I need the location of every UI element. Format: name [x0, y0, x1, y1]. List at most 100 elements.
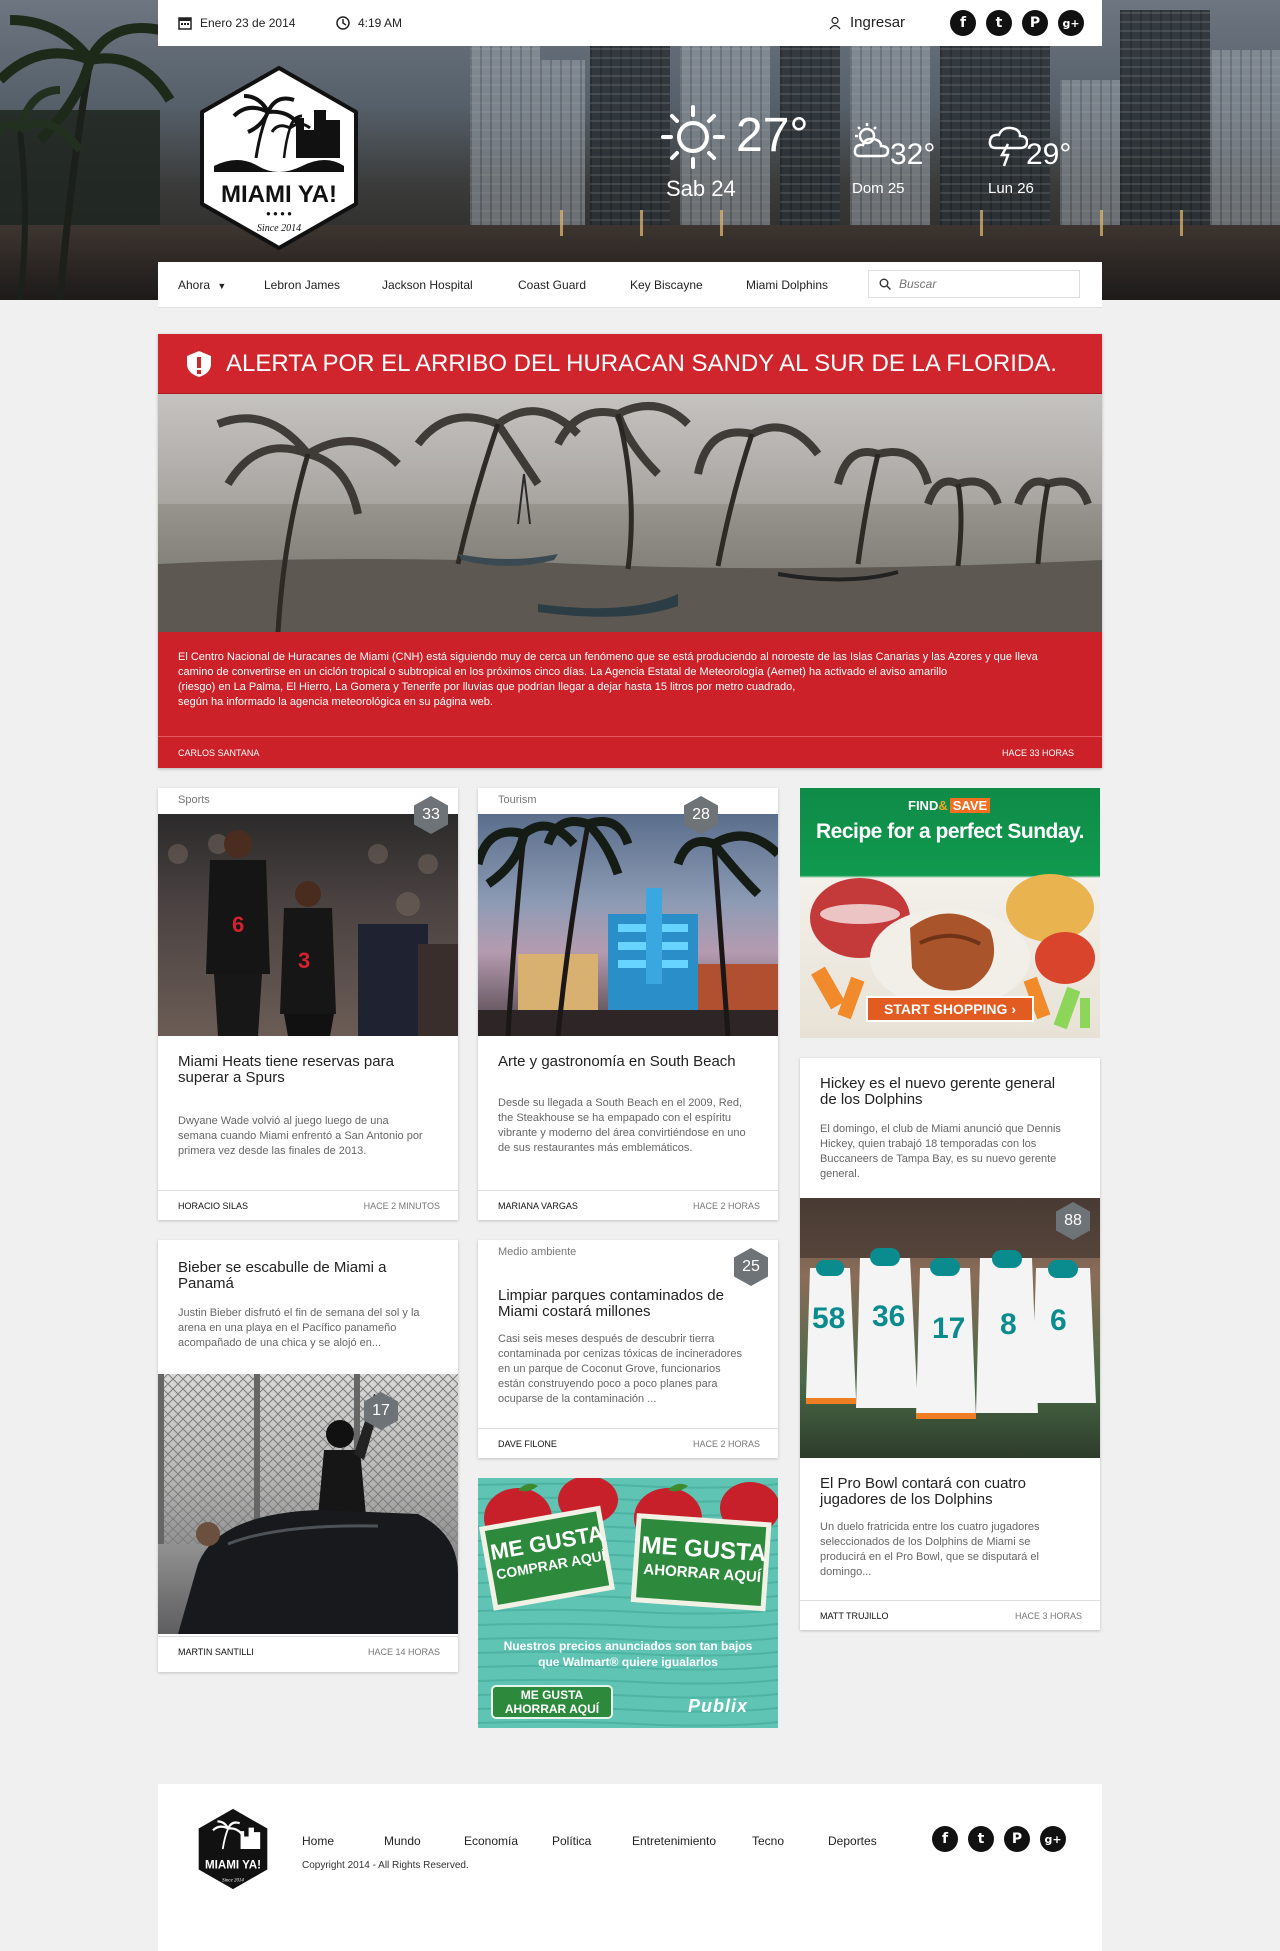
card-footer: MATT TRUJILLO HACE 3 HORAS [800, 1600, 1100, 1630]
forecast-1-temperature: 32° [890, 138, 936, 171]
svg-text:6: 6 [1050, 1304, 1067, 1337]
nav-label: Ahora [178, 278, 211, 292]
card-excerpt: Desde su llegada a South Beach en el 200… [498, 1096, 746, 1156]
article-card-parques[interactable]: Medio ambiente 25 Limpiar parques contam… [478, 1240, 778, 1458]
twitter-icon[interactable]: t [986, 10, 1012, 36]
google-plus-icon[interactable]: g+ [1058, 10, 1084, 36]
card-title[interactable]: Bieber se escabulle de Miami a Panamá [178, 1260, 386, 1292]
article-card-heat[interactable]: Sports 6 3 33 Miami Heats tiene reservas… [158, 788, 458, 1220]
sun-icon [661, 105, 725, 169]
ad-find-and-save[interactable]: FIND& SAVE Recipe for a perfect Sunday. S… [800, 788, 1100, 1038]
svg-text:58: 58 [812, 1302, 845, 1335]
ad-brand-amp: & [938, 798, 948, 813]
nav-item-ahora[interactable]: Ahora ▼ [178, 278, 226, 292]
excerpt-line: Desde su llegada a South Beach en el 200… [498, 1097, 743, 1109]
top-bar: Enero 23 de 2014 4:19 AM Ingresar f t P … [158, 0, 1102, 46]
alert-body-line: según ha informado la agencia meteorológ… [178, 696, 493, 708]
ad-headline: Recipe for a perfect Sunday. [815, 820, 1085, 843]
ad-brand: FIND& SAVE [908, 798, 991, 813]
twitter-icon[interactable]: t [968, 1826, 994, 1852]
footer-link-tecno[interactable]: Tecno [752, 1834, 784, 1848]
footer-link-entretenimiento[interactable]: Entretenimiento [632, 1834, 716, 1848]
nav-item-lebron-james[interactable]: Lebron James [264, 278, 340, 292]
excerpt-line: primera vez desde las finales de 2013. [178, 1145, 367, 1157]
article-card-bieber[interactable]: Bieber se escabulle de Miami a Panamá Ju… [158, 1240, 458, 1672]
alert-body-line: El Centro Nacional de Huracanes de Miami… [178, 651, 1038, 663]
card-footer: MARIANA VARGAS HACE 2 HORAS [478, 1190, 778, 1220]
card-author[interactable]: DAVE FILONE [498, 1439, 557, 1449]
google-plus-icon[interactable]: g+ [1040, 1826, 1066, 1852]
excerpt-line: producirá en el Pro Bowl, que se disputa… [820, 1551, 1039, 1563]
excerpt-line: contaminada por cenizas tóxicas de incin… [498, 1348, 742, 1360]
card-category[interactable]: Sports [178, 794, 210, 806]
publix-logo: Publix [688, 1696, 749, 1716]
footer-logo[interactable]: MIAMI YA! Since 2014 [196, 1808, 270, 1890]
card-title[interactable]: Arte y gastronomía en South Beach [498, 1054, 736, 1070]
ad-copy-line: que Walmart® quiere igualarlos [538, 1655, 718, 1669]
title-line: de los Dolphins [820, 1091, 923, 1108]
alert-author[interactable]: CARLOS SANTANA [178, 748, 259, 758]
footer-link-deportes[interactable]: Deportes [828, 1834, 877, 1848]
ad-copy-line: Nuestros precios anunciados son tan bajo… [503, 1639, 753, 1653]
footer-link-home[interactable]: Home [302, 1834, 334, 1848]
comment-count-badge[interactable]: 25 [734, 1248, 768, 1286]
title-line: Miami costará millones [498, 1303, 651, 1320]
ad-publix[interactable]: ME GUSTA COMPRAR AQUÍ ME GUSTA AHORRAR A… [478, 1478, 778, 1728]
current-date: Enero 23 de 2014 [200, 16, 296, 30]
card-title[interactable]: Miami Heats tiene reservas para superar … [178, 1054, 394, 1086]
card-author[interactable]: HORACIO SILAS [178, 1201, 248, 1211]
footer-link-politica[interactable]: Política [552, 1834, 591, 1848]
card-footer: HORACIO SILAS HACE 2 MINUTOS [158, 1190, 458, 1220]
facebook-icon[interactable]: f [950, 10, 976, 36]
login-link[interactable]: Ingresar [828, 14, 905, 31]
nav-item-miami-dolphins[interactable]: Miami Dolphins [746, 278, 828, 292]
card-author[interactable]: MATT TRUJILLO [820, 1611, 889, 1621]
nav-item-jackson-hospital[interactable]: Jackson Hospital [382, 278, 473, 292]
alert-body-line: (riesgo) en La Palma, El Hierro, La Gome… [178, 681, 796, 693]
title-line: jugadores de los Dolphins [820, 1491, 993, 1508]
title-line: Limpiar parques contaminados de [498, 1287, 724, 1304]
nav-item-key-biscayne[interactable]: Key Biscayne [630, 278, 703, 292]
login-label: Ingresar [850, 14, 906, 31]
forecast-2-temperature: 29° [1026, 138, 1072, 171]
card-category[interactable]: Tourism [498, 794, 537, 806]
logo-since: Since 2014 [257, 223, 301, 234]
breaking-alert[interactable]: ALERTA POR EL ARRIBO DEL HURACAN SANDY A… [158, 334, 1102, 768]
article-card-south-beach[interactable]: Tourism 28 Arte y gastronomía en South B… [478, 788, 778, 1220]
start-shopping-button[interactable]: START SHOPPING › [866, 996, 1034, 1022]
today-temperature: 27° [736, 109, 809, 162]
site-logo[interactable]: MIAMI YA! ● ● ● ● Since 2014 [198, 66, 360, 250]
facebook-icon[interactable]: f [932, 1826, 958, 1852]
card-time: HACE 3 HORAS [1014, 1610, 1082, 1621]
card-title[interactable]: El Pro Bowl contará con cuatro jugadores… [820, 1476, 1026, 1508]
title-line: Panamá [178, 1275, 234, 1292]
alert-body-line: camino de convertirse en un ciclón tropi… [178, 666, 948, 678]
alert-title: ALERTA POR EL ARRIBO DEL HURACAN SANDY A… [226, 349, 1057, 377]
card-title[interactable]: Hickey es el nuevo gerente general de lo… [820, 1076, 1055, 1108]
article-card-dolphins[interactable]: Hickey es el nuevo gerente general de lo… [800, 1058, 1100, 1630]
footer-link-mundo[interactable]: Mundo [384, 1834, 421, 1848]
pinterest-icon[interactable]: P [1004, 1826, 1030, 1852]
card-author[interactable]: MARIANA VARGAS [498, 1201, 578, 1211]
card-author[interactable]: MARTIN SANTILLI [178, 1647, 254, 1657]
excerpt-line: domingo... [820, 1566, 872, 1578]
excerpt-line: Justin Bieber disfrutó el fin de semana … [178, 1307, 420, 1319]
forecast-1-day: Dom 25 [852, 180, 905, 197]
pinterest-icon[interactable]: P [1022, 10, 1048, 36]
me-gusta-ahorrar-button[interactable]: ME GUSTA AHORRAR AQUÍ [492, 1688, 612, 1716]
excerpt-line: acompañado de una chica y se alojó en... [178, 1337, 382, 1349]
card-time: HACE 2 HORAS [692, 1200, 760, 1211]
nav-item-coast-guard[interactable]: Coast Guard [518, 278, 586, 292]
title-line: Bieber se escabulle de Miami a [178, 1259, 387, 1276]
alert-header: ALERTA POR EL ARRIBO DEL HURACAN SANDY A… [158, 334, 1102, 394]
card-title[interactable]: Limpiar parques contaminados de Miami co… [498, 1288, 724, 1320]
excerpt-line: Un duelo fratricida entre los cuatro jug… [820, 1521, 1040, 1533]
search-icon[interactable] [879, 278, 891, 290]
search-input[interactable] [899, 277, 1059, 291]
title-line: El Pro Bowl contará con cuatro [820, 1475, 1026, 1492]
copyright: Copyright 2014 - All Rights Reserved. [302, 1860, 469, 1871]
logo-wordmark: MIAMI YA! [221, 181, 337, 208]
footer-link-economia[interactable]: Economía [464, 1834, 518, 1848]
excerpt-line: semana cuando Miami enfrentó a San Anton… [178, 1130, 423, 1142]
card-category[interactable]: Medio ambiente [498, 1246, 576, 1258]
